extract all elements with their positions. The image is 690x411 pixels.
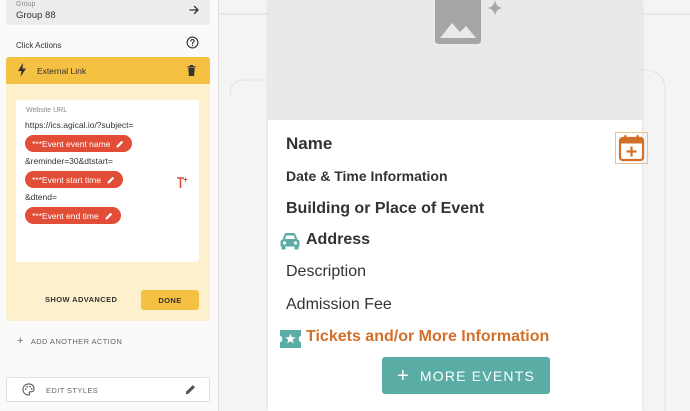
dynamic-field-pill[interactable]: ***Event start time <box>25 171 123 188</box>
event-description: Description <box>286 263 367 280</box>
event-building: Building or Place of Event <box>286 200 485 217</box>
done-button[interactable]: DONE <box>141 290 199 310</box>
event-admission-fee: Admission Fee <box>286 296 392 313</box>
event-name: Name <box>286 134 333 153</box>
bolt-icon <box>18 63 26 77</box>
more-events-button[interactable]: + MORE EVENTS <box>382 357 550 394</box>
event-tickets-link[interactable]: Tickets and/or More Information <box>306 328 549 346</box>
pencil-icon[interactable] <box>116 140 124 148</box>
dynamic-field-pill[interactable]: ***Event end time <box>25 207 121 224</box>
external-link-action-card: External Link Website URL https://ics.ag… <box>6 57 210 321</box>
group-selector[interactable]: Group Group 88 <box>6 0 210 25</box>
pencil-icon[interactable] <box>107 176 115 184</box>
pill-label: ***Event end time <box>32 210 99 221</box>
pill-label: ***Event event name <box>32 138 111 149</box>
sparkle-icon <box>487 0 503 16</box>
add-another-action-button[interactable]: + ADD ANOTHER ACTION <box>17 336 122 347</box>
edit-styles-button[interactable]: EDIT STYLES <box>6 377 210 402</box>
pencil-icon[interactable] <box>185 384 196 395</box>
properties-panel: Group Group 88 Click Actions External Li… <box>0 0 219 411</box>
website-url-field[interactable]: Website URL https://ics.agical.io/?subje… <box>16 100 199 262</box>
pencil-icon[interactable] <box>105 212 113 220</box>
car-icon <box>280 233 300 250</box>
pill-label: ***Event start time <box>32 174 101 185</box>
ticket-icon <box>280 330 301 348</box>
trash-icon[interactable] <box>187 65 196 76</box>
text-insert-icon[interactable] <box>176 176 190 190</box>
palette-icon <box>22 383 35 396</box>
click-actions-label: Click Actions <box>16 41 62 50</box>
event-address: Address <box>306 231 371 248</box>
show-advanced-button[interactable]: SHOW ADVANCED <box>45 295 117 304</box>
editor-canvas[interactable]: Name Date & Time Information Building or… <box>220 0 690 411</box>
url-text-part: &dtend= <box>25 192 57 202</box>
action-title: External Link <box>37 66 87 76</box>
url-text-part: https://ics.agical.io/?subject= <box>25 120 134 130</box>
image-icon <box>435 0 481 44</box>
plus-icon: + <box>397 364 410 387</box>
event-date-time: Date & Time Information <box>286 168 448 184</box>
event-card[interactable]: Name Date & Time Information Building or… <box>268 0 648 411</box>
event-image-placeholder[interactable] <box>268 0 642 120</box>
arrow-right-icon[interactable] <box>188 4 200 16</box>
add-action-label: ADD ANOTHER ACTION <box>30 337 123 346</box>
group-caption: Group <box>16 1 36 8</box>
action-header[interactable]: External Link <box>6 57 210 84</box>
more-events-label: MORE EVENTS <box>419 367 535 384</box>
edit-styles-label: EDIT STYLES <box>46 386 99 395</box>
plus-icon: + <box>17 335 24 347</box>
dynamic-field-pill[interactable]: ***Event event name <box>25 135 133 152</box>
help-icon[interactable] <box>186 36 199 49</box>
url-caption: Website URL <box>26 107 68 114</box>
group-value: Group 88 <box>16 10 56 21</box>
calendar-add-icon[interactable] <box>615 132 648 164</box>
url-text-part: &reminder=30&dtstart= <box>25 156 113 166</box>
